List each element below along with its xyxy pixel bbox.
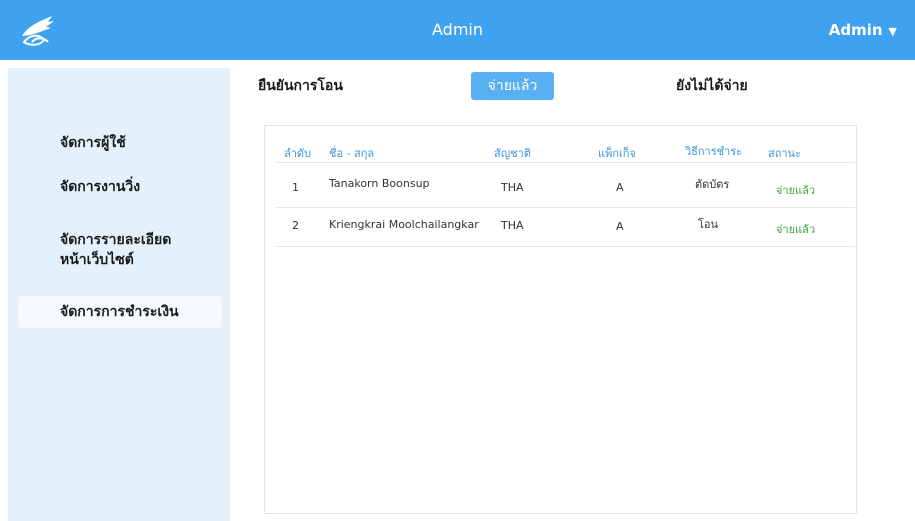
cell-payment-method: โอน (698, 218, 719, 231)
header-package: แพ็กเก็จ (598, 147, 636, 160)
cell-nationality: THA (501, 219, 524, 232)
payment-tabs: ยืนยันการโอน จ่ายแล้ว ยังไม่ได้จ่าย (258, 72, 858, 106)
cell-no: 2 (292, 219, 299, 232)
sidebar-item-users[interactable]: จัดการผู้ใช้ (18, 132, 222, 154)
tab-confirm-transfer[interactable]: ยืนยันการโอน (258, 72, 343, 100)
cell-no: 1 (292, 181, 299, 194)
header-name: ชื่อ - สกุล (329, 147, 375, 160)
page-title: Admin (432, 20, 483, 39)
header-payment-method: วิธีการชำระ (685, 145, 743, 158)
cell-name: Kriengkrai Moolchailangkar (329, 218, 479, 231)
chevron-down-icon: ▼ (888, 25, 897, 38)
payments-table: ลำดับ ชื่อ - สกุล สัญชาติ แพ็กเก็จ วิธีก… (264, 125, 857, 514)
cell-nationality: THA (501, 181, 524, 194)
cell-name: Tanakorn Boonsup (329, 177, 430, 190)
table-row[interactable]: 1 Tanakorn Boonsup THA A ตัดบัตร จ่ายแล้… (265, 169, 856, 207)
cell-payment-method: ตัดบัตร (695, 178, 730, 191)
cell-package: A (616, 220, 624, 233)
sidebar-item-website-details[interactable]: จัดการรายละเอียด หน้าเว็บไซต์ (18, 230, 222, 274)
cell-package: A (616, 181, 624, 194)
top-bar: Admin Admin ▼ (0, 0, 915, 60)
header-no: ลำดับ (284, 147, 312, 160)
header-nationality: สัญชาติ (494, 147, 531, 160)
sidebar: จัดการผู้ใช้ จัดการงานวิ่ง จัดการรายละเอ… (8, 68, 230, 521)
divider (275, 246, 855, 247)
tab-unpaid[interactable]: ยังไม่ได้จ่าย (676, 72, 748, 100)
user-menu-label: Admin (828, 21, 883, 39)
tab-paid[interactable]: จ่ายแล้ว (471, 72, 554, 100)
sidebar-item-running-events[interactable]: จัดการงานวิ่ง (18, 176, 222, 198)
status-badge: จ่ายแล้ว (776, 223, 816, 236)
divider (275, 162, 855, 163)
sidebar-item-payments[interactable]: จัดการการชำระเงิน (18, 296, 222, 328)
header-status: สถานะ (768, 147, 801, 160)
table-header: ลำดับ ชื่อ - สกุล สัญชาติ แพ็กเก็จ วิธีก… (265, 136, 856, 162)
table-row[interactable]: 2 Kriengkrai Moolchailangkar THA A โอน จ… (265, 208, 856, 246)
admin-user-menu[interactable]: Admin ▼ (829, 0, 897, 60)
status-badge: จ่ายแล้ว (776, 184, 816, 197)
